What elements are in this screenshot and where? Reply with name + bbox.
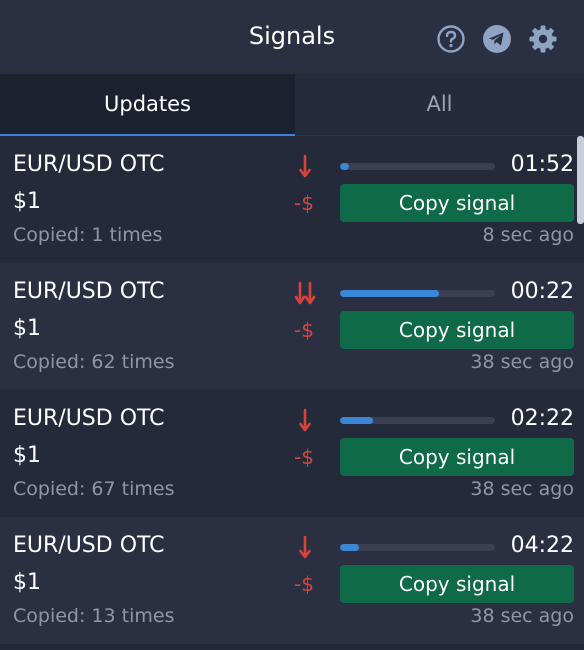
signal-card: EUR/USD OTC $1 Copied: 13 times -$ 04:22…	[0, 517, 584, 644]
arrow-down-icon	[292, 535, 318, 561]
scrollbar[interactable]	[577, 136, 584, 224]
signal-card: EUR/USD OTC $1 Copied: 62 times -$ 00:22…	[0, 263, 584, 390]
signal-profit: -$	[294, 572, 314, 596]
copy-signal-button[interactable]: Copy signal	[340, 438, 574, 476]
signal-pair: EUR/USD OTC	[13, 152, 165, 177]
signal-copied-count: Copied: 1 times	[13, 224, 163, 246]
copy-signal-button[interactable]: Copy signal	[340, 184, 574, 222]
signal-amount: $1	[13, 189, 41, 214]
signal-copied-count: Copied: 62 times	[13, 351, 175, 373]
signal-profit: -$	[294, 191, 314, 215]
signal-pair: EUR/USD OTC	[13, 279, 165, 304]
tab-all[interactable]: All	[295, 74, 584, 136]
signal-progress-fill	[340, 163, 350, 170]
signal-time-ago: 38 sec ago	[470, 478, 574, 500]
signal-list: EUR/USD OTC $1 Copied: 1 times -$ 01:52 …	[0, 136, 584, 650]
tab-bar: Updates All	[0, 74, 584, 136]
signal-progress-fill	[340, 544, 359, 551]
signal-progress-bar	[340, 290, 495, 297]
signal-copied-count: Copied: 67 times	[13, 478, 175, 500]
signal-time-ago: 8 sec ago	[482, 224, 574, 246]
gear-icon[interactable]	[528, 24, 558, 54]
signal-timer: 00:22	[510, 279, 574, 304]
signal-progress-bar	[340, 163, 495, 170]
signal-amount: $1	[13, 316, 41, 341]
double-arrow-down-icon	[292, 281, 318, 307]
arrow-down-icon	[292, 408, 318, 434]
telegram-icon[interactable]	[482, 24, 512, 54]
tab-updates[interactable]: Updates	[0, 74, 295, 136]
signal-profit: -$	[294, 318, 314, 342]
copy-signal-button[interactable]: Copy signal	[340, 311, 574, 349]
signal-progress-fill	[340, 417, 373, 424]
signal-pair: EUR/USD OTC	[13, 533, 165, 558]
header: Signals	[0, 0, 584, 74]
signal-card: EUR/USD OTC $1 Copied: 1 times -$ 01:52 …	[0, 136, 584, 263]
signal-timer: 02:22	[510, 406, 574, 431]
signal-timer: 01:52	[510, 152, 574, 177]
help-icon[interactable]	[436, 24, 466, 54]
signal-time-ago: 38 sec ago	[470, 605, 574, 627]
signal-amount: $1	[13, 570, 41, 595]
signal-pair: EUR/USD OTC	[13, 406, 165, 431]
copy-signal-button[interactable]: Copy signal	[340, 565, 574, 603]
signal-progress-fill	[340, 290, 440, 297]
signal-progress-bar	[340, 417, 495, 424]
signal-progress-bar	[340, 544, 495, 551]
arrow-down-icon	[292, 154, 318, 180]
signal-profit: -$	[294, 445, 314, 469]
signal-time-ago: 38 sec ago	[470, 351, 574, 373]
signal-copied-count: Copied: 13 times	[13, 605, 175, 627]
signal-card: EUR/USD OTC $1 Copied: 67 times -$ 02:22…	[0, 390, 584, 517]
signal-timer: 04:22	[510, 533, 574, 558]
signal-amount: $1	[13, 443, 41, 468]
header-icons	[436, 24, 558, 54]
